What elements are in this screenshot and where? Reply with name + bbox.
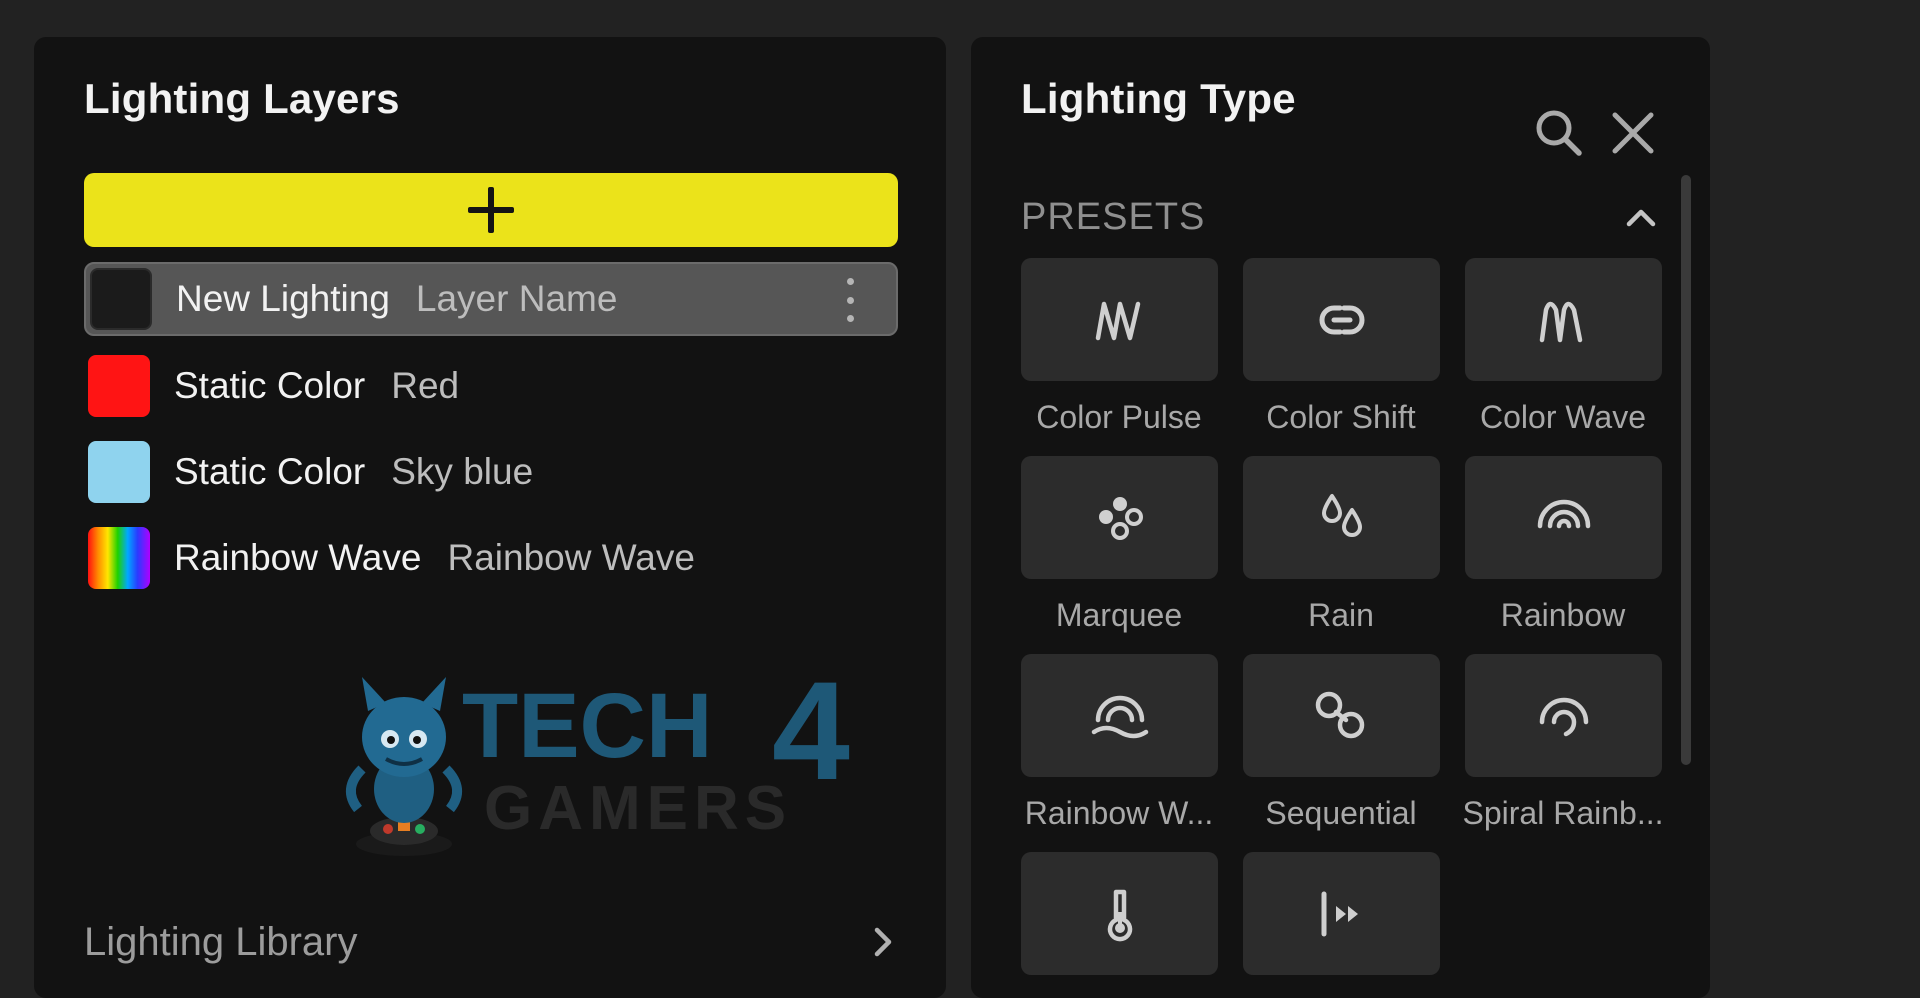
layer-name: Rainbow Wave [174,537,422,578]
presets-label: PRESETS [1021,195,1206,238]
layer-subtitle: Sky blue [391,451,534,492]
rainbow-icon [1537,499,1590,528]
preset-tile-color-shift[interactable] [1243,258,1440,381]
layer-swatch[interactable] [88,441,150,503]
preset-tile-rainbow[interactable] [1465,456,1662,579]
presets-scrollbar[interactable] [1681,175,1691,765]
close-icon[interactable] [1605,105,1661,161]
preset-label: Spiral Rainb... [1462,795,1664,831]
preset-label: Rainbow [1500,597,1626,633]
plus-icon [468,187,514,233]
preset-tile-visor[interactable] [1243,852,1440,975]
preset-tile-rainbow-wave[interactable] [1021,654,1218,777]
chevron-up-icon[interactable] [1621,202,1661,232]
preset-label: Color Shift [1266,399,1416,435]
layer-row-rainbow-wave[interactable]: Rainbow Wave Rainbow Wave [84,521,898,595]
visor-icon [1321,891,1358,936]
more-options-icon[interactable] [846,278,854,322]
sequential-icon [1315,691,1364,738]
pulse-icon [1095,301,1140,340]
preset-label: Rainbow W... [1024,795,1214,831]
add-layer-button[interactable] [84,173,898,247]
rainbow-wave-icon [1091,695,1148,738]
layer-subtitle: Layer Name [415,278,618,319]
preset-tile-marquee[interactable] [1021,456,1218,579]
layer-row-static-red[interactable]: Static Color Red [84,349,898,423]
lighting-layers-title: Lighting Layers [84,75,400,122]
layer-swatch[interactable] [90,268,152,330]
shift-icon [1319,305,1364,334]
marquee-icon [1098,496,1143,540]
layer-swatch[interactable] [88,355,150,417]
layer-subtitle: Rainbow Wave [447,537,695,578]
preset-tile-temperature[interactable] [1021,852,1218,975]
mascot-icon [346,677,462,856]
preset-label: Sequential [1265,795,1417,831]
layer-subtitle: Red [391,365,460,406]
presets-section-header[interactable]: PRESETS [1021,187,1661,247]
preset-label: Color Wave [1480,399,1646,435]
layer-name: Static Color [174,451,366,492]
spiral-rainbow-icon [1539,697,1588,736]
layer-row-new-lighting[interactable]: New Lighting Layer Name [84,262,898,336]
watermark-gamers-text: GAMERS [484,774,792,843]
watermark-tech-text: TECH [462,675,712,777]
lighting-layers-panel: Lighting Layers New Lighting Layer Name … [34,37,946,998]
layer-row-static-sky-blue[interactable]: Static Color Sky blue [84,435,898,509]
preset-tile-rain[interactable] [1243,456,1440,579]
preset-tile-color-pulse[interactable] [1021,258,1218,381]
lighting-library-row[interactable]: Lighting Library [84,912,898,972]
layer-name: New Lighting [176,278,390,319]
lighting-library-label: Lighting Library [84,919,358,964]
preset-label: Rain [1308,597,1374,633]
preset-label: Color Pulse [1036,399,1202,435]
chevron-right-icon [874,927,892,957]
tech4gamers-watermark: TECH 4 GAMERS [346,659,850,856]
preset-label: Marquee [1055,597,1183,633]
layer-swatch[interactable] [88,527,150,589]
rain-icon [1321,493,1362,537]
lighting-type-panel: Lighting Type PRESETS Color Pulse Color … [971,37,1710,998]
preset-tile-sequential[interactable] [1243,654,1440,777]
lighting-type-title: Lighting Type [1021,75,1296,122]
preset-tile-spiral-rainbow[interactable] [1465,654,1662,777]
layer-name: Static Color [174,365,366,406]
wave-icon [1539,301,1582,342]
preset-tile-color-wave[interactable] [1465,258,1662,381]
search-icon[interactable] [1531,105,1587,161]
temperature-icon [1107,889,1132,941]
